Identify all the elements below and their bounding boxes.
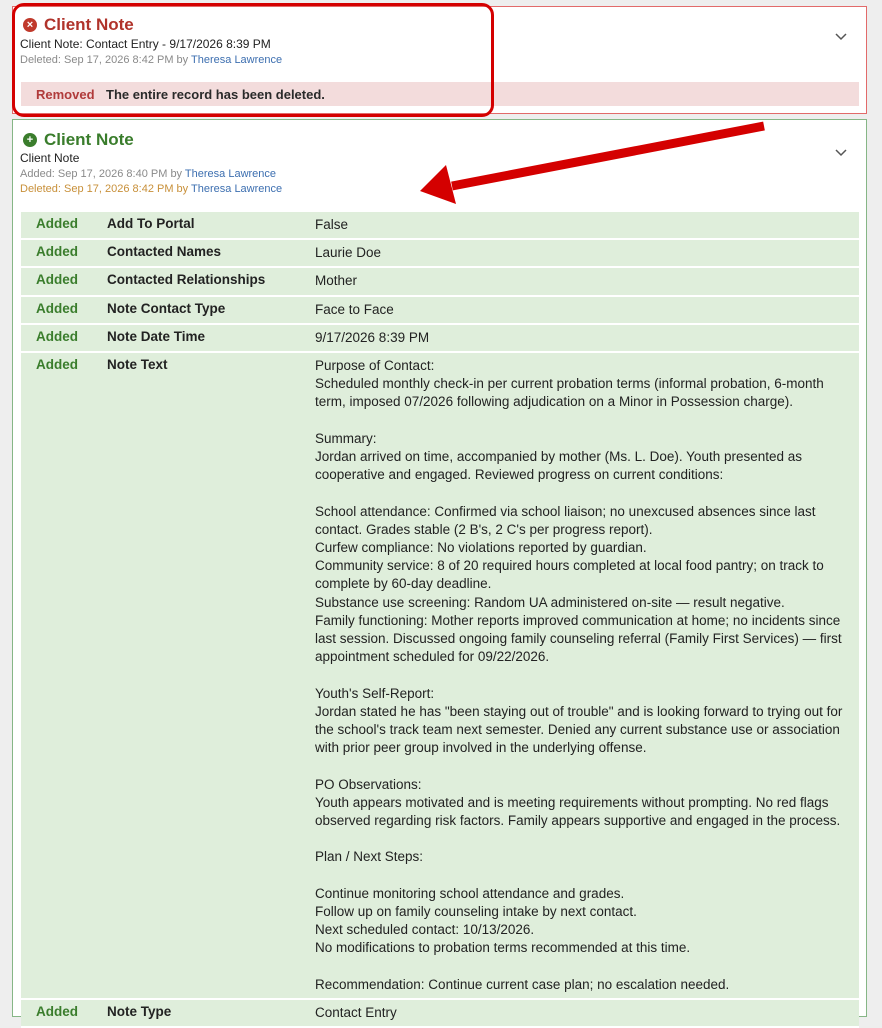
change-row: Added Note Text Purpose of Contact: Schedul… <box>21 353 859 1001</box>
deleted-by-user-link[interactable]: Theresa Lawrence <box>191 54 282 66</box>
field-name: Note Text <box>107 357 168 373</box>
deleted-card-meta: Deleted: Sep 17, 2026 8:42 PM by Theresa… <box>20 54 282 66</box>
field-value: Mother <box>315 268 859 294</box>
added-card-header: + Client Note <box>23 130 134 150</box>
deleted-card-subtitle: Client Note: Contact Entry - 9/17/2026 8… <box>20 37 271 51</box>
changes-table: Added Add To Portal False Added Contacted Na… <box>21 212 859 1028</box>
value-line: with prior peer group involved in the un… <box>315 740 647 756</box>
change-row: Added Contacted Relationships Mother <box>21 268 859 297</box>
value-line: Curfew compliance: No violations reporte… <box>315 540 647 556</box>
added-by-user-link[interactable]: Theresa Lawrence <box>185 168 276 180</box>
value-line: PO Observations: <box>315 776 422 792</box>
value-line: Summary: <box>315 430 377 446</box>
value-line: appointment scheduled for 09/22/2026. <box>315 649 550 665</box>
value-line: Face to Face <box>315 301 394 317</box>
change-type-label: Added <box>36 272 78 288</box>
value-line: the school's track team next semester. D… <box>315 722 840 738</box>
value-line: cooperative and engaged. Reviewed progre… <box>315 467 724 483</box>
value-line <box>315 958 847 976</box>
deleted-card-title: Client Note <box>44 15 134 34</box>
added-card-deleted-text: Deleted: Sep 17, 2026 8:42 PM by <box>20 183 189 195</box>
value-line: Follow up on family counseling intake by… <box>315 904 637 920</box>
change-row: Added Note Date Time 9/17/2026 8:39 PM <box>21 324 859 354</box>
value-line: observed regarding risk factors. Family … <box>315 813 841 829</box>
field-value: False <box>315 212 859 238</box>
deleted-card-header: × Client Note <box>23 15 134 35</box>
value-line: Family functioning: Mother reports impro… <box>315 612 841 628</box>
change-type-label: Added <box>36 300 78 316</box>
change-type-label: Added <box>36 328 78 344</box>
field-name: Contacted Names <box>107 244 222 260</box>
value-line: Jordan stated he has "been staying out o… <box>315 703 843 719</box>
value-line: Jordan arrived on time, accompanied by m… <box>315 449 803 465</box>
value-line: 9/17/2026 8:39 PM <box>315 329 430 345</box>
value-line: complete by 60-day deadline. <box>315 576 492 592</box>
value-line <box>315 484 847 502</box>
value-line: School attendance: Confirmed via school … <box>315 503 816 519</box>
plus-circle-icon: + <box>23 133 37 147</box>
value-line: Plan / Next Steps: <box>315 849 424 865</box>
added-meta-text: Added: Sep 17, 2026 8:40 PM by <box>20 168 183 180</box>
change-type-label: Added <box>36 244 78 260</box>
value-line: Substance use screening: Random UA admin… <box>315 594 785 610</box>
value-line <box>315 867 847 885</box>
removed-message: The entire record has been deleted. <box>106 86 325 102</box>
removed-tag: Removed <box>36 86 95 102</box>
change-type-label: Added <box>36 216 78 231</box>
deleted-meta-text: Deleted: Sep 17, 2026 8:42 PM by <box>20 54 189 66</box>
value-line: Continue monitoring school attendance an… <box>315 885 625 901</box>
field-name: Note Contact Type <box>107 300 226 316</box>
field-name: Contacted Relationships <box>107 272 266 288</box>
change-row: Added Note Contact Type Face to Face <box>21 296 859 325</box>
value-line: Mother <box>315 273 358 289</box>
field-value: Purpose of Contact: Scheduled monthly che… <box>315 353 859 998</box>
value-line: Youth appears motivated and is meeting r… <box>315 794 829 810</box>
field-value: Face to Face <box>315 297 859 323</box>
value-line: last session. Discussed ongoing family c… <box>315 631 842 647</box>
value-line: Community service: 8 of 20 required hour… <box>315 558 824 574</box>
chevron-down-icon[interactable] <box>834 29 848 43</box>
value-line <box>315 830 847 848</box>
field-value: 9/17/2026 8:39 PM <box>315 325 859 351</box>
change-type-label: Added <box>36 357 78 373</box>
field-value: Contact Entry <box>315 1000 859 1026</box>
value-line: False <box>315 217 349 232</box>
field-name: Note Type <box>107 1004 172 1020</box>
field-name: Note Date Time <box>107 328 206 344</box>
field-value: Laurie Doe <box>315 240 859 266</box>
value-line: Purpose of Contact: <box>315 358 435 374</box>
value-line: No modifications to probation terms reco… <box>315 940 691 956</box>
field-name: Add To Portal <box>107 216 195 231</box>
change-row: Added Add To Portal False <box>21 212 859 241</box>
removed-status-bar: Removed The entire record has been delet… <box>21 82 859 106</box>
value-line: Youth's Self-Report: <box>315 685 435 701</box>
value-line: Scheduled monthly check-in per current p… <box>315 376 824 392</box>
value-line: contact. Grades stable (2 B's, 2 C's per… <box>315 521 653 537</box>
value-line <box>315 666 847 684</box>
change-type-label: Added <box>36 1004 78 1020</box>
added-client-note-card: + Client Note Client Note Added: Sep 17,… <box>12 119 867 1028</box>
added-card-subtitle: Client Note <box>20 151 80 165</box>
chevron-down-icon[interactable] <box>834 145 848 159</box>
value-line: Recommendation: Continue current case pl… <box>315 976 730 992</box>
deleted-client-note-card: × Client Note Client Note: Contact Entry… <box>12 6 867 114</box>
added-card-deleted-meta: Deleted: Sep 17, 2026 8:42 PM by Theresa… <box>20 183 282 195</box>
change-row: Added Contacted Names Laurie Doe <box>21 240 859 269</box>
value-line: Laurie Doe <box>315 245 382 261</box>
x-circle-icon: × <box>23 18 37 32</box>
value-line: Next scheduled contact: 10/13/2026. <box>315 922 535 938</box>
value-line: Contact Entry <box>315 1005 397 1021</box>
added-card-deleted-user-link[interactable]: Theresa Lawrence <box>191 183 282 195</box>
value-line <box>315 757 847 775</box>
value-line: term, imposed 07/2026 following adjudica… <box>315 394 794 410</box>
added-card-meta: Added: Sep 17, 2026 8:40 PM by Theresa L… <box>20 168 276 180</box>
value-line <box>315 412 847 430</box>
added-card-title: Client Note <box>44 130 134 149</box>
